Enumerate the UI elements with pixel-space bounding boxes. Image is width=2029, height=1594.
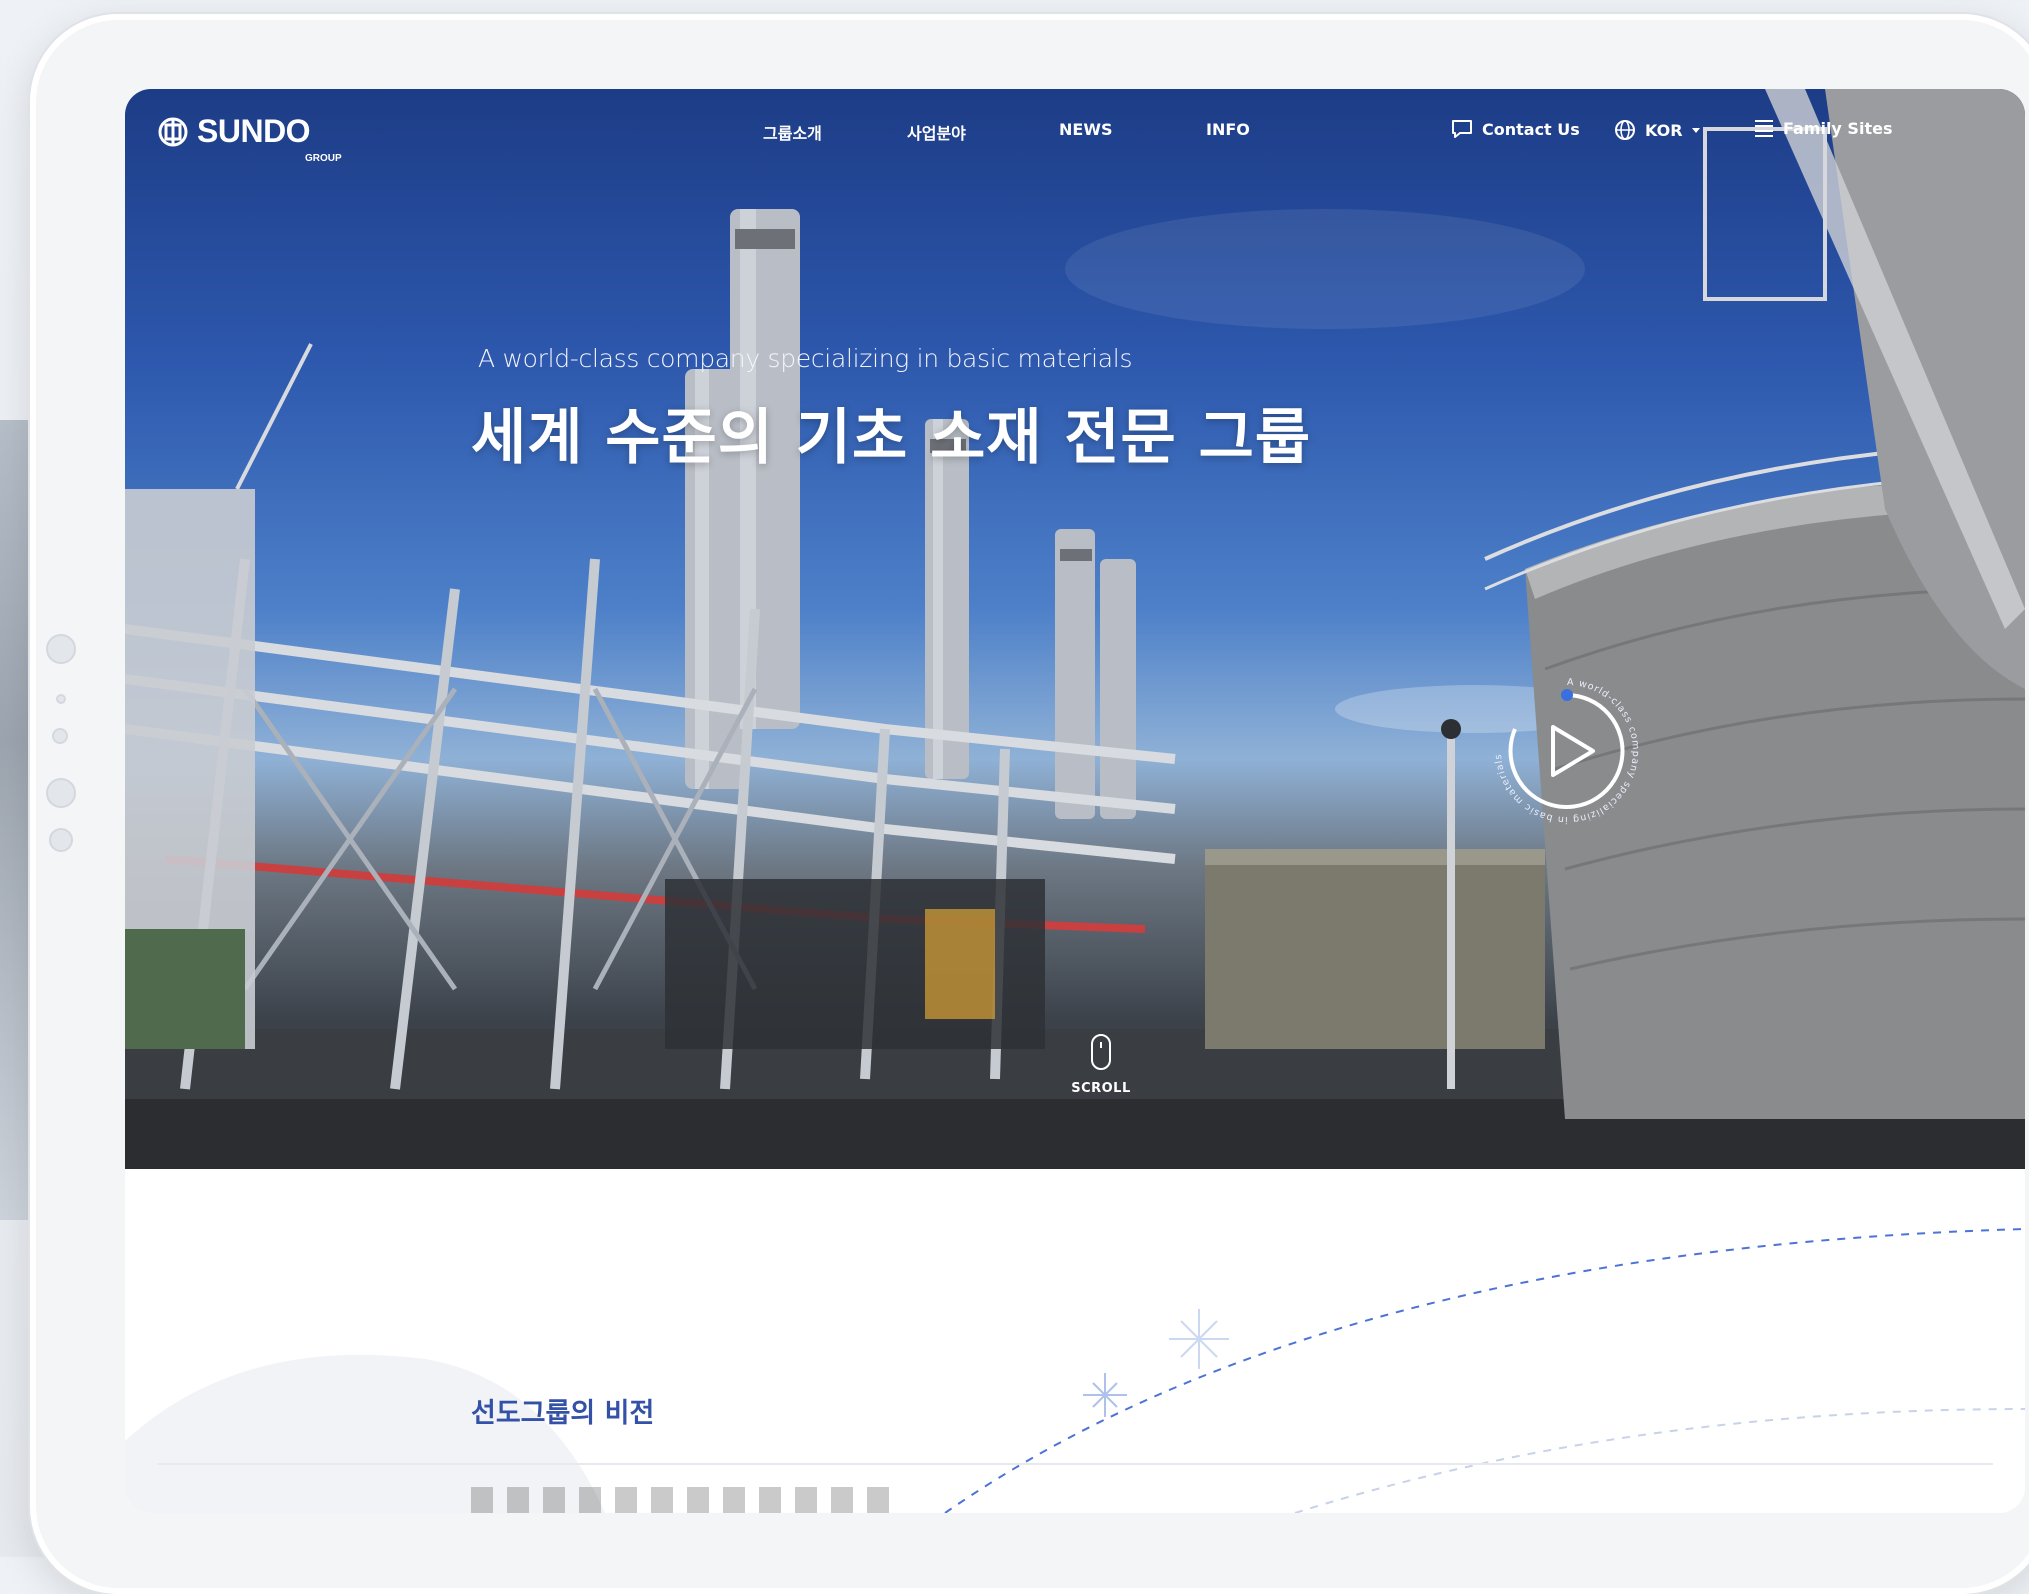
website-screen: SUNDO GROUP 그룹소개 사업분야 NEWS INFO Contact … (125, 89, 2025, 1513)
language-selector[interactable]: KOR (1613, 118, 1703, 142)
family-sites-label: Family Sites (1783, 118, 1893, 138)
tablet-sensor (56, 694, 66, 704)
video-play-button[interactable]: A world-class company specializing in ba… (1485, 669, 1649, 833)
decorative-curves (125, 1228, 2025, 1513)
nav-item-about[interactable]: 그룹소개 (763, 120, 822, 144)
industrial-plant-image (125, 89, 2025, 1169)
vision-section: 선도그룹의 비전 (125, 1169, 2025, 1513)
sundo-logo-icon (158, 117, 188, 146)
list-menu-icon (1755, 120, 1773, 137)
tablet-camera (52, 728, 68, 744)
chat-bubble-icon (1452, 120, 1472, 138)
tablet-sensor (46, 778, 76, 808)
progress-dot (1561, 689, 1573, 701)
hero-title: 세계 수준의 기초 소재 전문 그룹 (471, 403, 1312, 473)
section-divider (157, 1463, 1993, 1465)
play-icon (1551, 725, 1595, 777)
contact-us-label: Contact Us (1482, 119, 1580, 139)
vision-heading: 선도그룹의 비전 (471, 1398, 655, 1429)
logo-text: SUNDO (197, 113, 311, 149)
nav-item-news[interactable]: NEWS (1059, 120, 1113, 139)
contact-us-link[interactable]: Contact Us (1450, 118, 1580, 140)
tablet-sensor (46, 634, 76, 664)
family-sites-link[interactable]: Family Sites (1753, 118, 1892, 138)
globe-icon (1615, 120, 1635, 140)
language-label: KOR (1645, 120, 1683, 140)
sundo-logo[interactable]: SUNDO GROUP (157, 113, 342, 164)
cut-off-heading (471, 1487, 891, 1513)
hero-section: SUNDO GROUP 그룹소개 사업분야 NEWS INFO Contact … (125, 89, 2025, 1169)
hero-subtitle: A world-class company specializing in ba… (478, 344, 1133, 373)
tablet-frame: SUNDO GROUP 그룹소개 사업분야 NEWS INFO Contact … (30, 14, 2029, 1594)
scroll-label: SCROLL (1071, 1081, 1131, 1096)
mouse-icon (1091, 1034, 1111, 1070)
logo-subtext: GROUP (305, 153, 342, 164)
top-navigation: SUNDO GROUP 그룹소개 사업분야 NEWS INFO Contact … (125, 89, 2025, 179)
scroll-indicator[interactable]: SCROLL (1061, 1033, 1141, 1096)
caret-down-icon (1691, 128, 1700, 133)
background-device-edge (0, 420, 32, 1220)
tablet-sensor (49, 828, 73, 852)
nav-item-business[interactable]: 사업분야 (907, 120, 966, 144)
nav-item-info[interactable]: INFO (1206, 120, 1250, 139)
